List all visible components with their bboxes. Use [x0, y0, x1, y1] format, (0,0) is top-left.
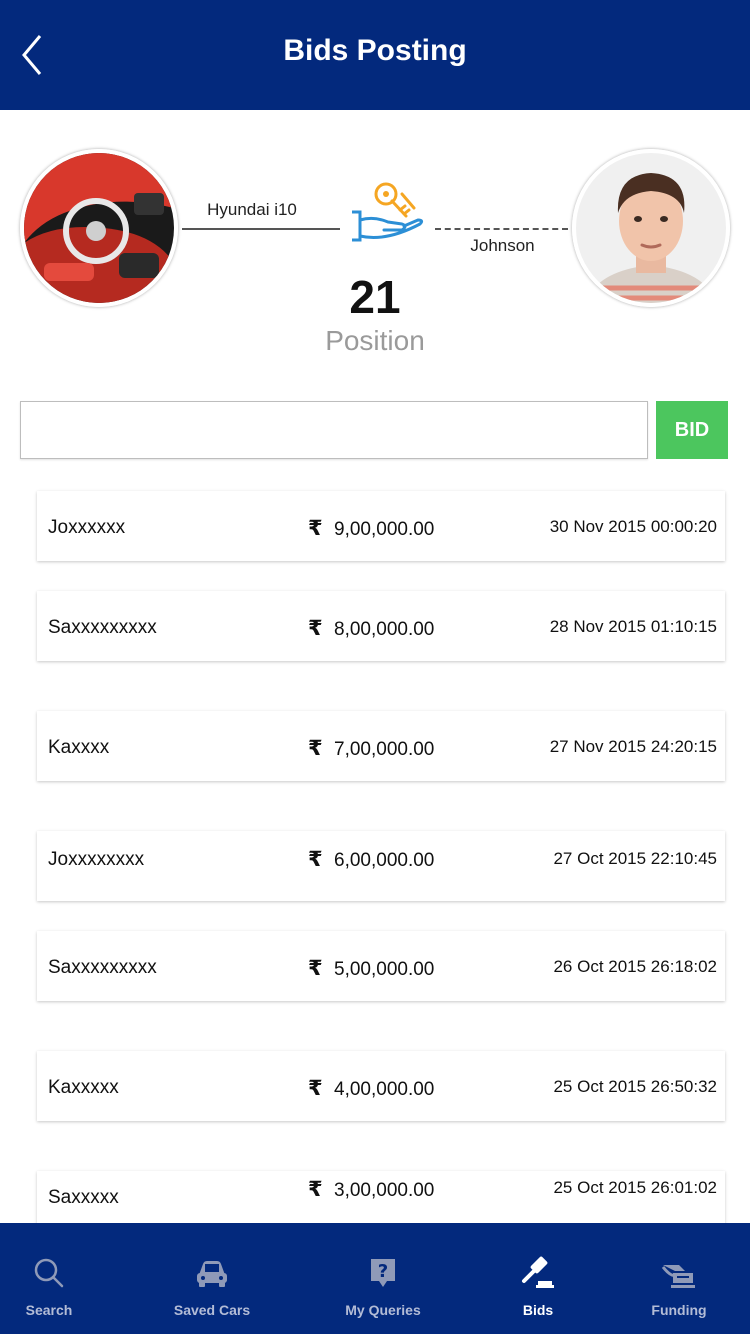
car-icon — [194, 1255, 230, 1291]
bid-datetime: 27 Oct 2015 22:10:45 — [553, 849, 717, 868]
bid-datetime: 25 Oct 2015 26:01:02 — [553, 1178, 717, 1197]
bidder-name: Saxxxxxxxxx — [48, 957, 157, 978]
rupee-icon: ₹ — [308, 957, 323, 980]
nav-bids[interactable]: Bids — [493, 1223, 583, 1334]
connector-line-left — [182, 228, 340, 230]
nav-label: Funding — [651, 1302, 707, 1318]
bidder-name: Kaxxxxx — [48, 1077, 119, 1098]
bid-datetime: 28 Nov 2015 01:10:15 — [549, 617, 717, 636]
bidder-name: Saxxxxxxxxx — [48, 617, 157, 638]
rupee-icon: ₹ — [308, 848, 323, 871]
bid-amount: ₹4,00,000.00 — [308, 1077, 435, 1100]
bid-amount: ₹7,00,000.00 — [308, 737, 435, 760]
svg-text:?: ? — [378, 1261, 388, 1282]
nav-my-queries[interactable]: ? My Queries — [323, 1223, 443, 1334]
nav-search[interactable]: Search — [0, 1223, 98, 1334]
connector-line-right — [435, 228, 568, 230]
bid-row[interactable]: Kaxxxxx ₹4,00,000.00 25 Oct 2015 26:50:3… — [37, 1051, 725, 1121]
rupee-icon: ₹ — [308, 517, 323, 540]
nav-label: My Queries — [345, 1302, 421, 1318]
bid-amount: ₹3,00,000.00 — [308, 1178, 435, 1201]
funding-icon — [661, 1255, 697, 1291]
bid-button[interactable]: BID — [656, 401, 728, 459]
bid-datetime: 26 Oct 2015 26:18:02 — [553, 957, 717, 976]
bid-row[interactable]: Joxxxxxx ₹9,00,000.00 30 Nov 2015 00:00:… — [37, 491, 725, 561]
bid-row[interactable]: Saxxxxxxxxx ₹5,00,000.00 26 Oct 2015 26:… — [37, 931, 725, 1001]
bid-amount: ₹6,00,000.00 — [308, 848, 435, 871]
rupee-icon: ₹ — [308, 737, 323, 760]
position-number: 21 — [349, 271, 401, 323]
app-header: Bids Posting — [0, 0, 750, 110]
search-icon — [31, 1255, 67, 1291]
bid-datetime: 30 Nov 2015 00:00:20 — [549, 517, 717, 536]
bidder-name: Saxxxxx — [48, 1187, 119, 1208]
bidder-name: Joxxxxxxxx — [48, 849, 145, 870]
bid-row[interactable]: Joxxxxxxxx ₹6,00,000.00 27 Oct 2015 22:1… — [37, 831, 725, 901]
bidder-name: Joxxxxxx — [48, 517, 126, 538]
nav-label: Saved Cars — [173, 1302, 251, 1318]
rupee-icon: ₹ — [308, 1077, 323, 1100]
nav-saved-cars[interactable]: Saved Cars — [152, 1223, 272, 1334]
bid-row[interactable]: Saxxxxxxxxx ₹8,00,000.00 28 Nov 2015 01:… — [37, 591, 725, 661]
nav-funding[interactable]: Funding — [628, 1223, 730, 1334]
question-icon: ? — [365, 1255, 401, 1291]
nav-label: Search — [25, 1302, 73, 1318]
rupee-icon: ₹ — [308, 1178, 323, 1201]
rupee-icon: ₹ — [308, 617, 323, 640]
position-label: Position — [325, 325, 425, 356]
key-handover-icon — [346, 176, 426, 248]
bid-amount-input[interactable] — [20, 401, 648, 459]
page-title: Bids Posting — [283, 34, 467, 67]
bottom-nav: Search Saved Cars ? My Queries Bids Fund… — [0, 1223, 750, 1334]
bid-row[interactable]: Kaxxxx ₹7,00,000.00 27 Nov 2015 24:20:15 — [37, 711, 725, 781]
bid-amount: ₹9,00,000.00 — [308, 517, 435, 540]
gavel-icon — [520, 1255, 556, 1291]
user-name: Johnson — [470, 236, 535, 255]
bid-datetime: 27 Nov 2015 24:20:15 — [549, 737, 717, 756]
nav-label: Bids — [522, 1302, 554, 1318]
car-name: Hyundai i10 — [207, 200, 297, 219]
bid-amount: ₹5,00,000.00 — [308, 957, 435, 980]
bid-datetime: 25 Oct 2015 26:50:32 — [553, 1077, 717, 1096]
bid-amount: ₹8,00,000.00 — [308, 617, 435, 640]
bidder-name: Kaxxxx — [48, 737, 110, 758]
bid-row[interactable]: Saxxxxx ₹3,00,000.00 25 Oct 2015 26:01:0… — [37, 1171, 725, 1231]
